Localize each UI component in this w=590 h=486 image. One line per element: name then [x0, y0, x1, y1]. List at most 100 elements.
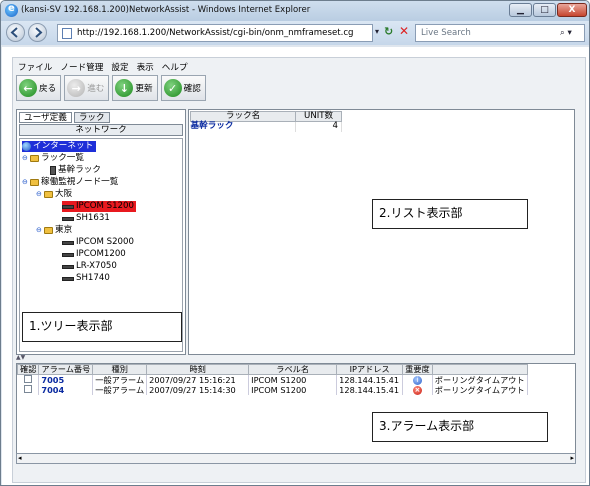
tree-node-osaka[interactable]: ⊖ 大阪 — [36, 189, 72, 200]
tree-node-core-rack[interactable]: 基幹ラック — [50, 165, 101, 176]
alarm-no-cell[interactable]: 7005 — [38, 374, 94, 385]
address-bar: http://192.168.1.200/NetworkAssist/cgi-b… — [1, 21, 589, 45]
label-cell: IPCOM S1200 — [248, 374, 338, 385]
tree-node-label: IPCOM S2000 — [76, 237, 134, 247]
back-button[interactable]: ← 戻る — [16, 75, 62, 101]
scroll-left-icon[interactable]: ◂ — [18, 454, 22, 462]
tab-rack[interactable]: ラック — [73, 112, 110, 123]
horizontal-scrollbar[interactable]: ◂ ▸ — [16, 453, 576, 464]
tree-node-tokyo[interactable]: ⊖ 東京 — [36, 225, 72, 236]
tree-node-ipcom1200[interactable]: IPCOM1200 — [62, 249, 126, 260]
table-row[interactable]: 7005 一般アラーム 2007/09/27 15:16:21 IPCOM S1… — [17, 374, 528, 385]
device-icon — [62, 276, 74, 281]
confirm-button[interactable]: ✓ 確認 — [160, 75, 206, 101]
folder-icon — [44, 227, 53, 234]
search-icon[interactable]: ⌕ ▾ — [560, 25, 572, 41]
forward-icon: → — [67, 79, 86, 97]
error-icon: × — [412, 386, 422, 395]
unit-count-cell: 4 — [295, 121, 342, 132]
tree-node-lr-x7050[interactable]: LR-X7050 — [62, 261, 117, 272]
stop-icon[interactable]: ✕ — [399, 24, 409, 38]
callout-tree: 1.ツリー表示部 — [22, 312, 182, 342]
folder-icon — [30, 155, 39, 162]
tree-node-sh1740[interactable]: SH1740 — [62, 273, 110, 284]
back-nav-button[interactable] — [6, 23, 25, 42]
confirm-checkbox[interactable] — [17, 385, 40, 395]
col-label[interactable]: ラベル名 — [248, 364, 338, 375]
refresh-icon[interactable]: ↻ — [384, 25, 393, 38]
pane-splitter[interactable]: ▲▼ — [16, 355, 576, 361]
tree-node-sh1631[interactable]: SH1631 — [62, 213, 110, 224]
expand-icon[interactable]: ⊖ — [36, 226, 42, 235]
col-unit-count[interactable]: UNIT数 — [295, 111, 342, 122]
severity-cell: i — [402, 374, 433, 385]
confirm-checkbox[interactable] — [17, 374, 40, 385]
globe-icon — [22, 142, 31, 151]
back-arrow-icon — [10, 27, 18, 38]
menu-help[interactable]: ヘルプ — [162, 61, 188, 73]
menu-settings[interactable]: 設定 — [111, 61, 128, 73]
table-row[interactable]: 7004 一般アラーム 2007/09/27 15:14:30 IPCOM S1… — [17, 385, 528, 395]
window-title: (kansi-SV 192.168.1.200)NetworkAssist - … — [21, 5, 311, 15]
url-field[interactable]: http://192.168.1.200/NetworkAssist/cgi-b… — [57, 24, 373, 42]
col-ip[interactable]: IPアドレス — [336, 364, 404, 375]
back-label: 戻る — [39, 84, 57, 94]
col-alarm-no[interactable]: アラーム番号 — [38, 364, 94, 375]
tree-node-monitored[interactable]: ⊖ 稼働監視ノード一覧 — [22, 177, 118, 188]
alarm-no-cell[interactable]: 7004 — [38, 385, 94, 395]
maximize-button[interactable]: □ — [533, 3, 556, 17]
tree-node-internet[interactable]: インターネット — [22, 141, 97, 152]
browser-window: (kansi-SV 192.168.1.200)NetworkAssist - … — [0, 0, 590, 486]
back-icon: ← — [19, 79, 37, 97]
tree-node-ipcom-s2000[interactable]: IPCOM S2000 — [62, 237, 134, 248]
page-content: ファイル ノード管理 設定 表示 ヘルプ ← 戻る → 進む ↓ 更新 ✓ 確認 — [2, 47, 589, 485]
table-row[interactable]: 基幹ラック 4 — [190, 121, 342, 132]
tree-node-label: 基幹ラック — [58, 165, 101, 175]
menu-view[interactable]: 表示 — [137, 61, 154, 73]
menu-file[interactable]: ファイル — [18, 61, 52, 73]
type-cell: 一般アラーム — [92, 385, 148, 395]
callout-list: 2.リスト表示部 — [372, 199, 528, 229]
rack-table: ラック名 UNIT数 基幹ラック 4 — [189, 111, 342, 132]
tree-node-ipcom-s1200[interactable]: IPCOM S1200 — [62, 201, 136, 212]
col-rack-name[interactable]: ラック名 — [189, 111, 297, 122]
tree-node-label: IPCOM1200 — [76, 249, 126, 259]
device-icon — [62, 264, 74, 269]
url-text: http://192.168.1.200/NetworkAssist/cgi-b… — [77, 28, 354, 38]
tab-user-defined[interactable]: ユーザ定義 — [19, 112, 72, 123]
tab-network[interactable]: ネットワーク — [19, 124, 183, 136]
col-time[interactable]: 時刻 — [146, 364, 250, 375]
expand-icon[interactable]: ⊖ — [22, 154, 28, 163]
tree-node-rack-list[interactable]: ⊖ ラック一覧 — [22, 153, 84, 164]
forward-nav-button[interactable] — [28, 23, 47, 42]
alarm-table: 確認 アラーム番号 種別 時刻 ラベル名 IPアドレス 重要度 7005 一般ア… — [17, 364, 528, 395]
rack-name-cell[interactable]: 基幹ラック — [190, 121, 297, 132]
title-bar: (kansi-SV 192.168.1.200)NetworkAssist - … — [1, 1, 589, 21]
device-icon — [62, 204, 74, 209]
device-icon — [62, 240, 74, 245]
col-severity[interactable]: 重要度 — [402, 364, 433, 375]
expand-icon[interactable]: ⊖ — [36, 190, 42, 199]
search-input[interactable]: Live Search ⌕ ▾ — [415, 24, 585, 42]
menu-node-management[interactable]: ノード管理 — [60, 61, 103, 73]
tree-node-label: LR-X7050 — [76, 261, 117, 271]
col-type[interactable]: 種別 — [92, 364, 148, 375]
expand-icon[interactable]: ⊖ — [22, 178, 28, 187]
time-cell: 2007/09/27 15:14:30 — [146, 385, 250, 395]
forward-button[interactable]: → 進む — [64, 75, 110, 101]
folder-icon — [30, 179, 39, 186]
refresh-icon: ↓ — [115, 79, 134, 97]
forward-arrow-icon — [35, 27, 43, 38]
callout-alarm: 3.アラーム表示部 — [372, 412, 548, 442]
col-confirm[interactable]: 確認 — [17, 364, 40, 375]
col-message[interactable] — [431, 364, 528, 375]
scroll-right-icon[interactable]: ▸ — [570, 454, 574, 462]
time-cell: 2007/09/27 15:16:21 — [146, 374, 250, 385]
tree-node-label: インターネット — [33, 141, 94, 151]
tab-strip: ユーザ定義 ラック — [19, 112, 110, 123]
dropdown-icon[interactable]: ▾ — [375, 27, 379, 36]
tree-node-label: 東京 — [55, 225, 73, 235]
close-button[interactable]: X — [557, 3, 587, 17]
refresh-button[interactable]: ↓ 更新 — [112, 75, 158, 101]
minimize-button[interactable]: ▁ — [509, 3, 532, 17]
